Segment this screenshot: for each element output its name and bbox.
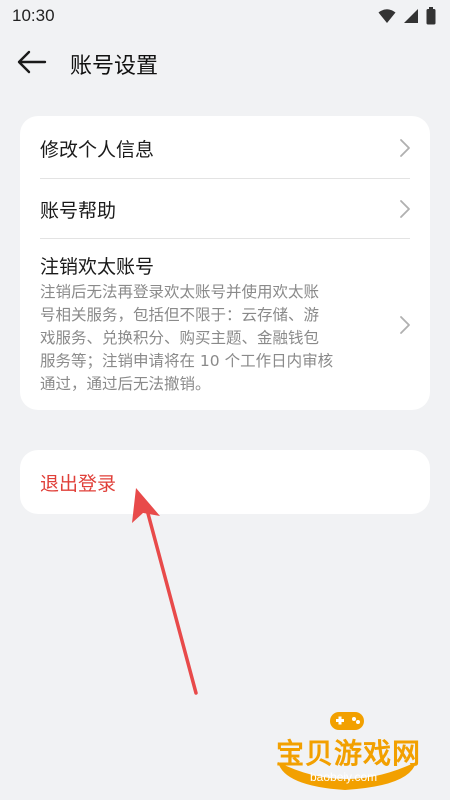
battery-icon [426,7,436,25]
back-arrow-icon [17,50,47,74]
settings-item-label: 修改个人信息 [40,139,155,161]
cellular-signal-icon [404,9,418,23]
status-icons [378,6,436,26]
settings-item-delete-account[interactable]: 注销欢太账号 注销后无法再登录欢太账号并使用欢太账 号相关服务，包括但不限于：云… [20,239,430,410]
gamepad-icon [330,712,364,730]
settings-item-edit-profile[interactable]: 修改个人信息 [20,116,430,178]
wifi-icon [378,9,396,23]
status-bar: 10:30 [0,0,450,32]
settings-item-label: 账号帮助 [40,200,117,222]
watermark-text: 宝贝游戏网 [276,737,422,770]
watermark-logo: 宝贝游戏网 baobeiy.com [270,708,430,794]
chevron-right-icon [400,139,410,157]
chevron-right-icon [400,316,410,334]
page-title: 账号设置 [70,54,159,79]
logout-button[interactable]: 退出登录 [20,450,430,514]
settings-item-label: 注销欢太账号 [40,256,155,278]
settings-item-account-help[interactable]: 账号帮助 [20,179,430,238]
back-button[interactable] [16,46,56,82]
logout-label: 退出登录 [40,473,117,495]
watermark-url: baobeiy.com [310,770,378,784]
settings-item-description: 注销后无法再登录欢太账号并使用欢太账 号相关服务，包括但不限于：云存储、游 戏服… [40,283,334,393]
chevron-right-icon [400,200,410,218]
status-time: 10:30 [12,6,55,25]
settings-card: 修改个人信息 账号帮助 注销欢太账号 注销后无法再登录欢太账号并使用欢太账 号相… [20,116,430,410]
page-header: 账号设置 [0,40,450,88]
